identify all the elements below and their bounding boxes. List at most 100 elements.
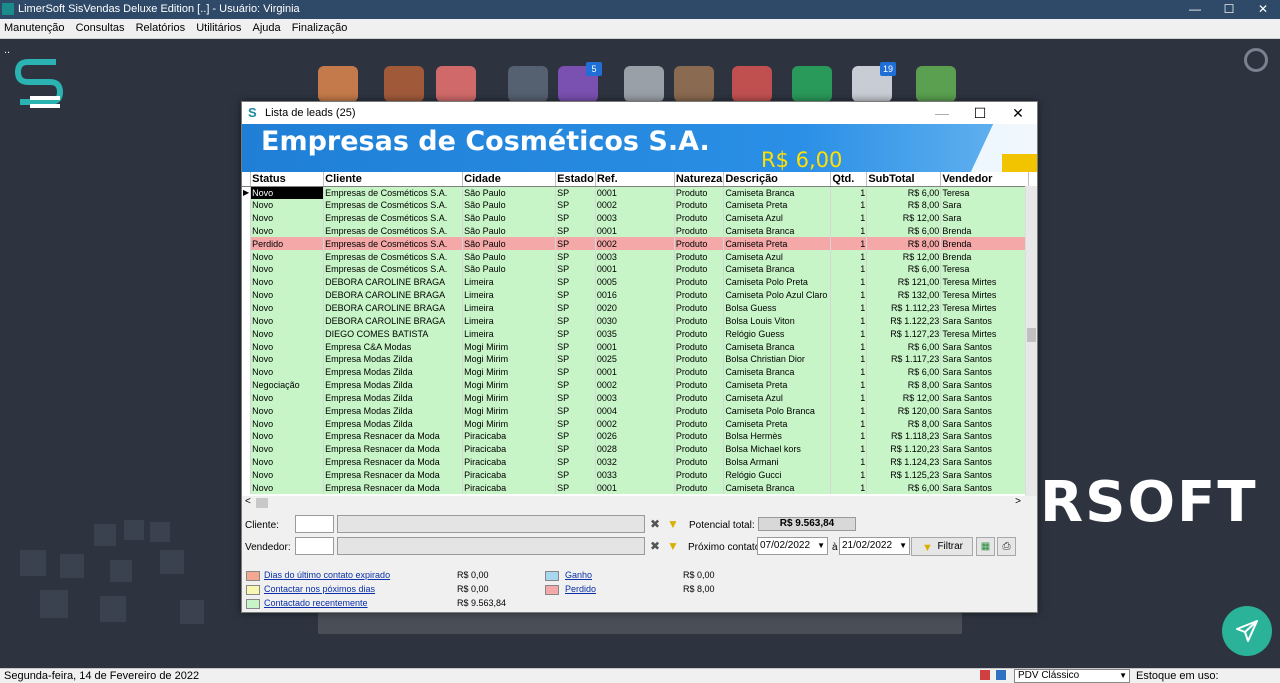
legend-expirado-link[interactable]: Dias do último contato expirado	[264, 570, 390, 580]
col-vendedor[interactable]: Vendedor	[940, 172, 1030, 187]
dialog-minimize-button[interactable]: —	[923, 102, 961, 124]
horizontal-scrollbar-thumb[interactable]	[256, 498, 268, 508]
filter-cliente-icon[interactable]: ▼	[665, 516, 681, 532]
menu-relatorios[interactable]: Relatórios	[132, 19, 190, 34]
menu-utilitarios[interactable]: Utilitários	[192, 19, 245, 34]
money-icon[interactable]	[792, 66, 832, 102]
print-button[interactable]: ⎙	[997, 537, 1016, 556]
dialog-close-button[interactable]: ✕	[999, 102, 1037, 124]
users-icon[interactable]	[384, 66, 424, 102]
table-row[interactable]: Novo DEBORA CAROLINE BRAGA Limeira SP 0020 Pr…	[242, 301, 1030, 315]
filtrar-button[interactable]: ▼ Filtrar	[911, 537, 973, 556]
table-row[interactable]: Novo Empresas de Cosméticos S.A. São Paulo…	[242, 198, 1030, 212]
col-status[interactable]: Status	[250, 172, 325, 187]
table-row[interactable]: Novo Empresa Modas Zilda Mogi Mirim SP 0025 P…	[242, 352, 1030, 366]
table-row[interactable]: Novo Empresa Resnacer da Moda Piracicaba SP…	[242, 430, 1030, 443]
tools-icon[interactable]	[624, 66, 664, 102]
contacts-icon[interactable]	[436, 66, 476, 102]
table-row[interactable]: Perdido Empresas de Cosméticos S.A. São Pa…	[242, 237, 1030, 251]
date-to-picker[interactable]: 21/02/2022 ▼	[839, 537, 910, 555]
export-excel-button[interactable]: ▦	[976, 537, 995, 556]
scroll-left-icon[interactable]: <	[245, 496, 251, 507]
legend-proximos-link[interactable]: Contactar nos póximos dias	[264, 584, 375, 594]
cell-cidade: Mogi Mirim	[462, 391, 557, 405]
pdv-select[interactable]: PDV Clássico ▼	[1014, 669, 1130, 683]
filtrar-label: Filtrar	[937, 541, 963, 552]
table-row[interactable]: Novo DIEGO COMES BATISTA Limeira SP 0035 Prod…	[242, 327, 1030, 341]
menu-ajuda[interactable]: Ajuda	[248, 19, 284, 34]
table-row[interactable]: Novo Empresa Resnacer da Moda Piracicaba SP…	[242, 455, 1030, 469]
leads-grid[interactable]: Status Cliente Cidade Estado Ref. Nature…	[242, 172, 1037, 496]
clear-cliente-icon[interactable]: ✖	[647, 516, 663, 532]
table-row[interactable]: Novo Empresas de Cosméticos S.A. São Paulo…	[242, 250, 1030, 264]
cell-qtd: 1	[830, 237, 868, 251]
cell-ref: 0002	[595, 378, 675, 392]
table-row[interactable]: Novo Empresa Modas Zilda Mogi Mirim SP 0001 P…	[242, 365, 1030, 379]
calendar-icon[interactable]: 19	[852, 62, 896, 102]
table-row[interactable]: Novo Empresas de Cosméticos S.A. São Paulo…	[242, 224, 1030, 238]
reports-chart-icon[interactable]	[916, 66, 956, 102]
date-to-value: 21/02/2022	[842, 540, 893, 551]
menu-finalizacao[interactable]: Finalização	[288, 19, 352, 34]
col-descricao[interactable]: Descrição	[723, 172, 832, 187]
date-to-chevron-icon[interactable]: ▼	[899, 538, 907, 554]
col-estado[interactable]: Estado	[555, 172, 596, 187]
table-row[interactable]: Novo Empresa Resnacer da Moda Piracicaba SP…	[242, 481, 1030, 495]
cart-sales-icon[interactable]: 5	[558, 62, 602, 102]
clients-icon[interactable]	[318, 66, 358, 102]
vertical-scrollbar[interactable]	[1025, 186, 1037, 496]
col-natureza[interactable]: Natureza	[674, 172, 725, 187]
table-row[interactable]: Novo Empresa Modas Zilda Mogi Mirim SP 0003 P…	[242, 391, 1030, 405]
date-from-chevron-icon[interactable]: ▼	[817, 538, 825, 554]
cell-vendedor: Sara Santos	[940, 391, 1030, 405]
filter-vendedor-icon[interactable]: ▼	[665, 538, 681, 554]
dialog-maximize-button[interactable]: ☐	[961, 102, 999, 124]
filter-panel: Cliente: ✖ ▼ Vendedor: ✖ ▼ Potencial tot…	[242, 512, 1037, 562]
table-row[interactable]: ▶ Novo Empresas de Cosméticos S.A. São Paul…	[242, 186, 1030, 199]
table-row[interactable]: Novo Empresas de Cosméticos S.A. São Paulo…	[242, 263, 1030, 276]
col-subtotal[interactable]: SubTotal	[866, 172, 942, 187]
cell-cliente: Empresa Modas Zilda	[323, 404, 464, 418]
col-ref[interactable]: Ref.	[595, 172, 675, 187]
vertical-scrollbar-thumb[interactable]	[1027, 328, 1036, 342]
table-row[interactable]: Novo DEBORA CAROLINE BRAGA Limeira SP 0005 Pr…	[242, 275, 1030, 289]
shopping-cart-icon[interactable]	[732, 66, 772, 102]
table-row[interactable]: Novo DEBORA CAROLINE BRAGA Limeira SP 0030 Pr…	[242, 314, 1030, 328]
col-cliente[interactable]: Cliente	[323, 172, 464, 187]
vendedor-code-input[interactable]	[295, 537, 334, 555]
legend-ganho-link[interactable]: Ganho	[565, 570, 592, 580]
scroll-right-icon[interactable]: >	[1015, 496, 1021, 507]
send-button[interactable]	[1222, 606, 1272, 656]
col-qtd[interactable]: Qtd.	[830, 172, 868, 187]
legend-perdido-link[interactable]: Perdido	[565, 584, 596, 594]
table-row[interactable]: Novo Empresa Resnacer da Moda Piracicaba SP…	[242, 442, 1030, 456]
cliente-code-input[interactable]	[295, 515, 334, 533]
menu-consultas[interactable]: Consultas	[72, 19, 129, 34]
cliente-name-input[interactable]	[337, 515, 645, 533]
close-button[interactable]: ✕	[1246, 0, 1280, 19]
cell-qtd: 1	[830, 263, 868, 276]
vendedor-name-input[interactable]	[337, 537, 645, 555]
clear-vendedor-icon[interactable]: ✖	[647, 538, 663, 554]
table-row[interactable]: Novo Empresas de Cosméticos S.A. São Paulo…	[242, 211, 1030, 225]
wrench-icon[interactable]	[674, 66, 714, 102]
minimize-button[interactable]: —	[1178, 0, 1212, 19]
table-row[interactable]: Novo Empresa Modas Zilda Mogi Mirim SP 0002 P…	[242, 417, 1030, 431]
refresh-icon[interactable]	[1244, 48, 1268, 72]
table-row[interactable]: Novo Empresa Resnacer da Moda Piracicaba SP…	[242, 468, 1030, 482]
table-row[interactable]: Novo Empresa C&A Modas Mogi Mirim SP 0001 Pro…	[242, 340, 1030, 353]
maximize-button[interactable]: ☐	[1212, 0, 1246, 19]
cell-cidade: São Paulo	[462, 186, 557, 199]
row-indicator	[242, 314, 252, 328]
table-row[interactable]: Novo Empresa Modas Zilda Mogi Mirim SP 0004 P…	[242, 404, 1030, 418]
date-separator: à	[832, 542, 838, 553]
support-icon[interactable]	[508, 66, 548, 102]
horizontal-scrollbar[interactable]: < >	[242, 496, 1037, 510]
col-cidade[interactable]: Cidade	[462, 172, 557, 187]
status-icons	[980, 670, 1010, 682]
table-row[interactable]: Negociação Empresa Modas Zilda Mogi Mirim S…	[242, 378, 1030, 392]
table-row[interactable]: Novo DEBORA CAROLINE BRAGA Limeira SP 0016 Pr…	[242, 288, 1030, 302]
legend-recente-link[interactable]: Contactado recentemente	[264, 598, 368, 608]
date-from-picker[interactable]: 07/02/2022 ▼	[757, 537, 828, 555]
menu-manutencao[interactable]: Manutenção	[0, 19, 69, 34]
